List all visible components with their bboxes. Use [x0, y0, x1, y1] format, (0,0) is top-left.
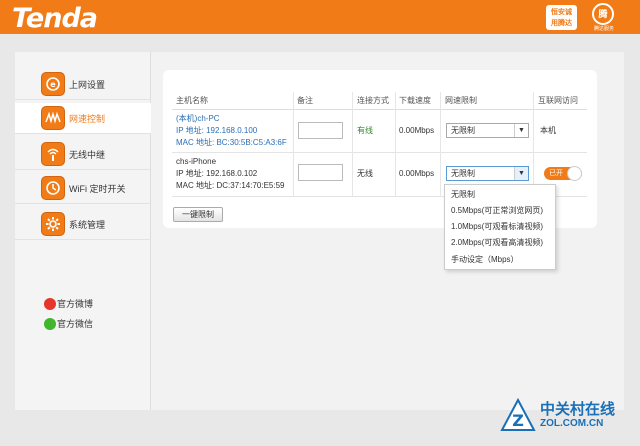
divider	[533, 92, 534, 196]
sidebar-item-speed-control[interactable]: 网速控制	[15, 103, 151, 134]
wechat-label: 官方微信	[57, 319, 94, 329]
limit-all-button[interactable]: 一键限制	[173, 207, 223, 222]
speed-limit-dropdown: 无限制 0.5Mbps(可正常浏览网页) 1.0Mbps(可观看标清视频) 2.…	[444, 184, 556, 270]
speed-limit-value: 无限制	[451, 126, 475, 135]
seal-mark: 腾	[592, 3, 614, 25]
header-bar: Tenda 恒安诚 用腾达 腾 腾达服务	[0, 0, 640, 34]
sidebar-item-wifi-schedule[interactable]: WiFi 定时开关	[15, 173, 151, 204]
sidebar-item-label: 系统管理	[69, 219, 106, 230]
speed-limit-select[interactable]: 无限制 ▼	[446, 166, 529, 181]
host-ip: IP 地址: 192.168.0.102	[176, 169, 258, 178]
col-header-note: 备注	[297, 96, 313, 105]
sidebar-item-internet-setup[interactable]: e 上网设置	[15, 69, 151, 100]
sidebar-item-label: 上网设置	[69, 79, 106, 90]
dropdown-option[interactable]: 无限制	[451, 188, 475, 202]
dropdown-option[interactable]: 0.5Mbps(可正常浏览网页)	[451, 204, 543, 218]
speed-limit-select[interactable]: 无限制 ▼	[446, 123, 529, 138]
service-badge-line1: 恒安诚	[551, 9, 572, 16]
connection-type: 无线	[357, 169, 373, 178]
col-header-speed: 下载速度	[399, 96, 431, 105]
internet-access-toggle[interactable]: 已开	[544, 166, 582, 181]
divider	[172, 109, 587, 110]
toggle-label: 已开	[549, 170, 563, 177]
col-header-host: 主机名称	[176, 96, 208, 105]
col-header-limit: 网速限制	[445, 96, 477, 105]
clock-icon	[41, 176, 65, 200]
wechat-icon	[44, 317, 56, 330]
sidebar: e 上网设置 网速控制 无线中继 WiFi 定时开关 系统管理 官方微博 官方微…	[15, 52, 151, 410]
dropdown-option[interactable]: 2.0Mbps(可观看高清视频)	[451, 236, 543, 250]
host-mac: MAC 地址: DC:37:14:70:E5:59	[176, 181, 285, 190]
watermark-url: ZOL.COM.CN	[540, 418, 604, 429]
sidebar-item-label: 网速控制	[69, 113, 106, 124]
watermark-title: 中关村在线	[540, 401, 616, 418]
svg-text:e: e	[50, 80, 56, 89]
divider	[440, 92, 441, 196]
divider	[293, 92, 294, 196]
sidebar-item-label: 无线中继	[69, 149, 106, 160]
download-speed: 0.00Mbps	[399, 169, 435, 178]
gear-icon	[41, 212, 65, 236]
toggle-knob	[567, 166, 582, 181]
dropdown-option[interactable]: 1.0Mbps(可观看标清视频)	[451, 220, 543, 234]
note-input[interactable]	[298, 122, 343, 139]
seal-text: 腾达服务	[593, 26, 614, 32]
sidebar-item-wireless-relay[interactable]: 无线中继	[15, 139, 151, 170]
host-mac: MAC 地址: BC:30:5B:C5:A3:6F	[176, 138, 287, 147]
service-badge-line2: 用腾达	[551, 20, 572, 27]
col-header-access: 互联网访问	[538, 96, 578, 105]
speed-wave-icon	[41, 106, 65, 130]
connection-type: 有线	[357, 126, 373, 135]
tenda-logo: Tenda	[12, 3, 98, 34]
divider	[172, 152, 587, 153]
zol-logo-icon: Z	[500, 398, 536, 431]
service-badge: 恒安诚 用腾达	[546, 5, 577, 30]
chevron-down-icon: ▼	[514, 167, 528, 180]
weibo-label: 官方微博	[57, 299, 94, 309]
speed-limit-value: 无限制	[451, 169, 475, 178]
host-ip: IP 地址: 192.168.0.100	[176, 126, 258, 135]
service-seal-icon: 腾 腾达服务	[584, 3, 624, 32]
col-header-conn: 连接方式	[357, 96, 389, 105]
chevron-down-icon: ▼	[514, 124, 528, 137]
download-speed: 0.00Mbps	[399, 126, 435, 135]
svg-text:Z: Z	[512, 411, 524, 430]
dropdown-option[interactable]: 手动设定（Mbps）	[451, 253, 519, 267]
wechat-link[interactable]: 官方微信	[44, 317, 93, 330]
internet-access-label: 本机	[540, 126, 556, 135]
sidebar-item-system-management[interactable]: 系统管理	[15, 209, 151, 240]
weibo-link[interactable]: 官方微博	[44, 297, 93, 310]
host-name: (本机)ch-PC	[176, 114, 220, 123]
divider	[352, 92, 353, 196]
wifi-relay-icon	[41, 142, 65, 166]
sidebar-item-label: WiFi 定时开关	[69, 183, 126, 194]
weibo-icon	[44, 297, 56, 310]
divider	[395, 92, 396, 196]
globe-icon: e	[41, 72, 65, 96]
host-name: chs-iPhone	[176, 157, 217, 166]
note-input[interactable]	[298, 164, 343, 181]
